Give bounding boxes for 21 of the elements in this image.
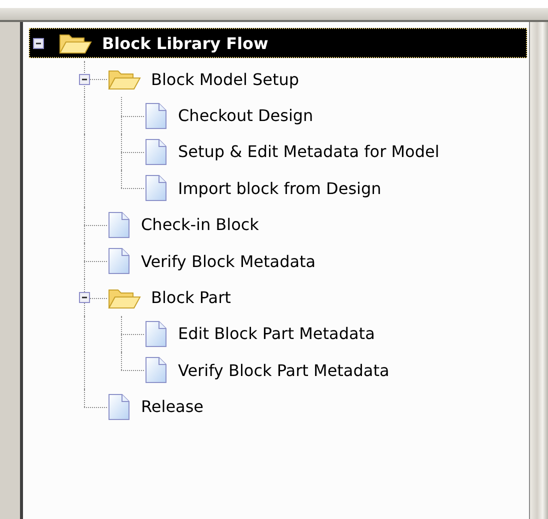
document-icon xyxy=(144,320,168,348)
tree-item[interactable]: Verify Block Part Metadata xyxy=(178,360,390,380)
document-icon xyxy=(144,174,168,202)
tree-item[interactable]: Verify Block Metadata xyxy=(141,252,316,271)
document-icon xyxy=(107,247,131,276)
tree-item[interactable]: Setup & Edit Metadata for Model xyxy=(178,142,440,162)
collapse-icon[interactable] xyxy=(79,74,90,85)
document-icon xyxy=(144,102,168,130)
document-icon xyxy=(144,138,168,166)
tree-item[interactable]: Release xyxy=(141,397,204,416)
tree-item[interactable]: Import block from Design xyxy=(178,178,382,198)
collapse-icon[interactable] xyxy=(79,292,90,304)
tree-item[interactable]: Checkout Design xyxy=(178,106,314,126)
document-icon xyxy=(144,356,168,384)
document-icon xyxy=(107,210,131,239)
tree-item[interactable]: Block Part xyxy=(151,288,231,308)
collapse-icon[interactable] xyxy=(33,38,44,48)
tree-item[interactable]: Check-in Block xyxy=(141,215,259,234)
tree-item[interactable]: Edit Block Part Metadata xyxy=(178,324,375,344)
document-icon xyxy=(107,392,131,421)
tree-item[interactable]: Block Model Setup xyxy=(151,70,300,89)
